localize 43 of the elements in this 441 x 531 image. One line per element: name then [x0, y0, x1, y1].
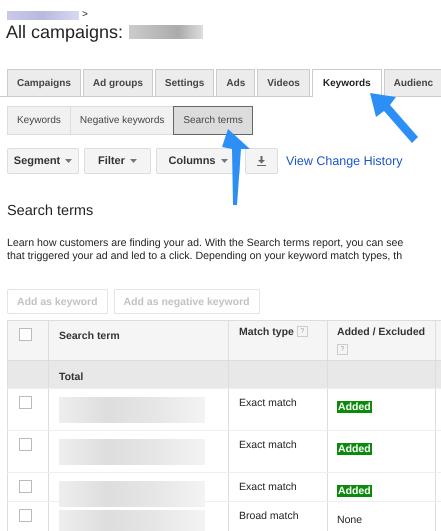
- subtab[interactable]: Negative keywords: [70, 106, 174, 135]
- checkbox[interactable]: [19, 328, 32, 341]
- breadcrumb-separator: >: [82, 10, 88, 20]
- checkbox[interactable]: [19, 396, 32, 409]
- total-label: Total: [59, 371, 84, 383]
- status-badge: Added: [337, 443, 372, 455]
- caret-icon: [65, 159, 72, 163]
- subtab[interactable]: Keywords: [7, 106, 71, 135]
- download-button[interactable]: [245, 148, 278, 174]
- caret-icon: [130, 159, 137, 163]
- column-header[interactable]: Added / Excluded: [337, 326, 435, 338]
- match-type-cell: Exact match: [239, 481, 297, 493]
- tab[interactable]: Ad groups: [82, 69, 153, 96]
- column-header[interactable]: Search term: [59, 330, 120, 342]
- page-title: All campaigns:: [6, 22, 124, 42]
- checkbox[interactable]: [19, 438, 32, 451]
- match-type-cell: Exact match: [239, 397, 297, 409]
- description-line: that triggered your ad and led to a click. Depending on your keyword match types, th: [7, 250, 404, 263]
- redacted-breadcrumb: [7, 11, 79, 20]
- download-icon: [257, 156, 266, 166]
- description-line: Learn how customers are finding your ad. With the Search terms report, you can see: [7, 237, 404, 250]
- dropdown-button[interactable]: Segment: [7, 148, 79, 174]
- tab[interactable]: Ads: [216, 69, 256, 96]
- tab[interactable]: Keywords: [312, 69, 382, 97]
- section-title: Search terms: [6, 202, 94, 219]
- status-cell: None: [337, 514, 362, 526]
- view-change-history-link[interactable]: View Change History: [286, 154, 402, 168]
- tab[interactable]: Audienc: [384, 69, 441, 96]
- checkbox[interactable]: [19, 480, 32, 493]
- caret-icon: [220, 159, 228, 163]
- match-type-cell: Exact match: [239, 439, 297, 451]
- tab[interactable]: Videos: [257, 69, 310, 96]
- arrow-drawing: [368, 91, 420, 146]
- checkbox[interactable]: [19, 509, 32, 522]
- dropdown-button[interactable]: Columns: [156, 148, 240, 174]
- status-badge: Added: [337, 401, 372, 413]
- match-type-cell: Broad match: [239, 510, 299, 522]
- dropdown-button[interactable]: Filter: [84, 148, 151, 174]
- tab[interactable]: Campaigns: [7, 69, 81, 96]
- status-badge: Added: [337, 485, 372, 497]
- subtab[interactable]: Search terms: [173, 106, 253, 135]
- column-header[interactable]: Match type: [239, 326, 294, 338]
- tab[interactable]: Settings: [154, 69, 214, 96]
